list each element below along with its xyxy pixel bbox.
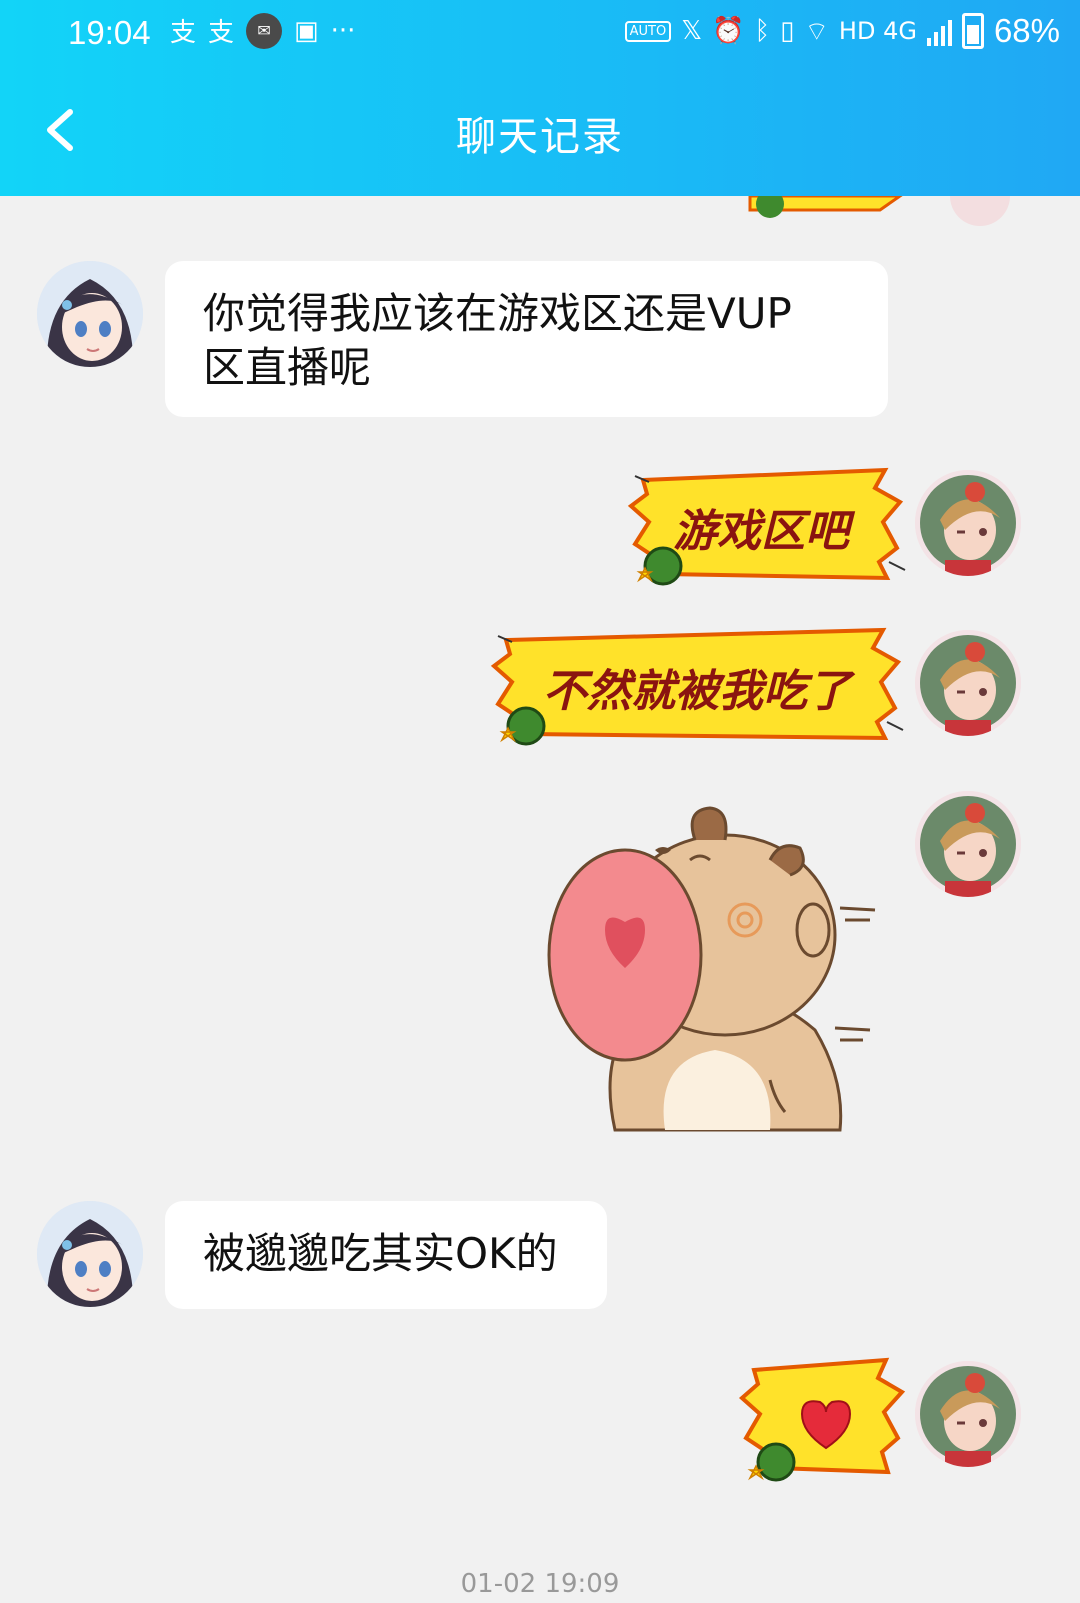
x-icon: 𝕏 (681, 16, 703, 46)
bluetooth-icon: ᛒ (754, 16, 771, 46)
status-time: 19:04 (68, 14, 151, 51)
signal-icon (926, 16, 952, 46)
anime-avatar-icon (915, 791, 1021, 897)
status-notification-icons: 支 支 ✉ ▣ ··· (170, 12, 355, 49)
battery-level: 68% (993, 12, 1060, 49)
mail-icon: ✉ (246, 12, 283, 49)
message-text-line: 区直播呢 (203, 343, 372, 392)
anime-avatar-icon (915, 1361, 1021, 1467)
status-system-icons: AUTO 𝕏 ⏰ ᛒ ▯ ⌔ HD 4G 68% (624, 12, 1060, 50)
network-type: HD 4G (838, 17, 917, 45)
partial-sticker (748, 196, 1010, 226)
alarm-icon: ⏰ (712, 16, 745, 46)
sticker-caption: 不然就被我吃了 (543, 666, 851, 717)
avatar-right[interactable] (915, 470, 1021, 576)
avatar-left[interactable] (37, 1201, 143, 1307)
avatar-left[interactable] (37, 261, 143, 367)
sticker-caption: 游戏区吧 (673, 506, 849, 557)
battery-icon (961, 13, 984, 49)
anime-avatar-icon (915, 470, 1021, 576)
avatar-right[interactable] (915, 630, 1021, 736)
image-icon: ▣ (294, 15, 319, 46)
heart-sticker[interactable] (736, 1352, 908, 1488)
girl-avatar-icon (37, 261, 143, 367)
message-bubble[interactable]: 被邈邈吃其实OK的 (165, 1201, 607, 1309)
more-notifications-icon: ··· (330, 15, 356, 46)
message-text: 被邈邈吃其实OK的 (203, 1229, 558, 1278)
page-title: 聊天记录 (456, 114, 624, 160)
girl-avatar-icon (37, 1201, 143, 1307)
avatar-right[interactable] (915, 1361, 1021, 1467)
nav-bar: 聊天记录 (0, 70, 1080, 196)
avatar-right[interactable] (915, 791, 1021, 897)
anime-avatar-icon (915, 630, 1021, 736)
message-text-line: 你觉得我应该在游戏区还是VUP (203, 289, 792, 338)
bear-eating-heart-sticker[interactable] (545, 800, 885, 1150)
alipay-icon: 支 (170, 18, 197, 48)
alipay-icon: 支 (208, 18, 235, 48)
vibrate-icon: ▯ (780, 16, 795, 46)
top-bar: 19:04 支 支 ✉ ▣ ··· AUTO 𝕏 ⏰ ᛒ ▯ ⌔ HD 4G 6… (0, 0, 1080, 196)
message-bubble[interactable]: 你觉得我应该在游戏区还是VUP 区直播呢 (165, 261, 888, 417)
refresh-rate-badge: AUTO (624, 20, 672, 42)
timestamp: 01-02 19:09 (460, 1569, 620, 1599)
status-bar: 19:04 支 支 ✉ ▣ ··· AUTO 𝕏 ⏰ ᛒ ▯ ⌔ HD 4G 6… (0, 0, 1080, 70)
wifi-icon: ⌔ (804, 16, 829, 47)
